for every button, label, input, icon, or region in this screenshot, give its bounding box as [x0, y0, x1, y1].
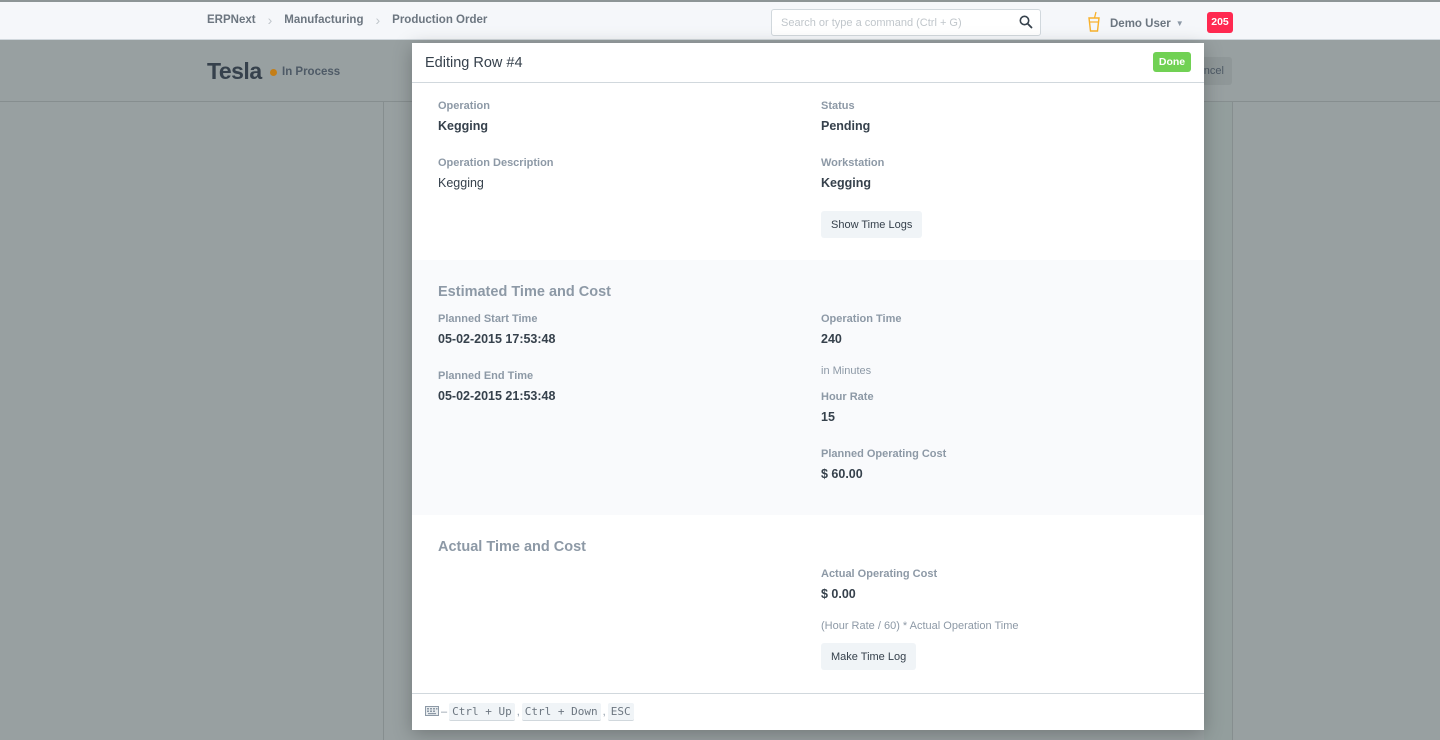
status-dot-icon [270, 68, 277, 76]
status-value[interactable]: Pending [821, 119, 870, 133]
shortcut-esc: ESC [607, 703, 634, 721]
estimated-section: Estimated Time and Cost Planned Start Ti… [412, 260, 1204, 515]
make-time-log-button[interactable]: Make Time Log [821, 643, 917, 670]
operation-field: Operation Kegging [438, 100, 490, 133]
planned-cost-label: Planned Operating Cost [821, 448, 947, 460]
layout-divider [383, 102, 384, 740]
hour-rate-field: Hour Rate 15 [821, 391, 874, 424]
workstation-field: Workstation Kegging [821, 157, 884, 190]
user-menu[interactable]: Demo User ▼ [1088, 11, 1184, 36]
operation-value[interactable]: Kegging [438, 119, 490, 133]
planned-start-value[interactable]: 05-02-2015 17:53:48 [438, 332, 555, 346]
operation-time-value[interactable]: 240 [821, 332, 901, 346]
actual-cost-help: (Hour Rate / 60) * Actual Operation Time [821, 620, 1019, 632]
edit-row-modal: Editing Row #4 Done Operation Kegging Op… [412, 43, 1204, 730]
user-name: Demo User [1110, 17, 1171, 30]
top-navbar: ERPNext › Manufacturing › Production Ord… [0, 0, 1440, 40]
show-time-logs-button[interactable]: Show Time Logs [821, 211, 923, 238]
chevron-right-icon: › [267, 12, 273, 28]
planned-end-field: Planned End Time 05-02-2015 21:53:48 [438, 370, 555, 403]
chevron-right-icon: › [375, 12, 381, 28]
search-input[interactable] [772, 10, 1012, 35]
page-title: Tesla [207, 58, 262, 84]
actual-section: Actual Time and Cost Actual Operating Co… [412, 515, 1204, 693]
details-section: Operation Kegging Operation Description … [412, 84, 1204, 260]
operation-time-help: in Minutes [821, 365, 872, 377]
planned-end-label: Planned End Time [438, 370, 534, 382]
keyboard-icon [425, 703, 439, 721]
breadcrumb-manufacturing[interactable]: Manufacturing [284, 14, 363, 26]
status-text: In Process [282, 66, 341, 78]
planned-end-value[interactable]: 05-02-2015 21:53:48 [438, 389, 555, 403]
notification-badge[interactable]: 205 [1207, 12, 1233, 33]
operation-description-field: Operation Description Kegging [438, 157, 554, 190]
separator-comma: , [516, 706, 520, 718]
shortcut-ctrl-down: Ctrl + Down [521, 703, 601, 721]
planned-start-field: Planned Start Time 05-02-2015 17:53:48 [438, 313, 555, 346]
status-label: Status [821, 100, 855, 112]
breadcrumb-erpnext[interactable]: ERPNext [207, 14, 256, 26]
caret-down-icon: ▼ [1175, 19, 1184, 28]
actual-cost-value: $ 0.00 [821, 587, 856, 601]
planned-start-label: Planned Start Time [438, 313, 538, 325]
done-button[interactable]: Done [1153, 52, 1191, 72]
workstation-value[interactable]: Kegging [821, 176, 884, 190]
actual-cost-label: Actual Operating Cost [821, 568, 938, 580]
workstation-label: Workstation [821, 157, 885, 169]
actual-cost-field: Actual Operating Cost $ 0.00 [821, 568, 937, 601]
search-box [771, 9, 1041, 36]
hour-rate-label: Hour Rate [821, 391, 874, 403]
estimated-heading: Estimated Time and Cost [438, 284, 611, 300]
planned-cost-value: $ 60.00 [821, 467, 863, 481]
modal-footer: – Ctrl + Up , Ctrl + Down , ESC [412, 693, 1204, 730]
operation-time-label: Operation Time [821, 313, 902, 325]
layout-divider [1232, 102, 1233, 740]
operation-description-value[interactable]: Kegging [438, 176, 554, 190]
breadcrumb: ERPNext › Manufacturing › Production Ord… [207, 12, 487, 28]
layout-column [1204, 102, 1232, 740]
status-field: Status Pending [821, 100, 870, 133]
status-indicator: In Process [270, 66, 340, 78]
drink-avatar-icon [1088, 11, 1100, 36]
separator-comma: , [602, 706, 606, 718]
shortcut-ctrl-up: Ctrl + Up [449, 703, 515, 721]
search-icon[interactable] [1019, 15, 1033, 34]
planned-cost-field: Planned Operating Cost $ 60.00 [821, 448, 946, 481]
modal-title: Editing Row #4 [425, 55, 523, 71]
operation-label: Operation [438, 100, 490, 112]
actual-heading: Actual Time and Cost [438, 539, 586, 555]
modal-header: Editing Row #4 Done [412, 43, 1204, 83]
operation-description-label: Operation Description [438, 157, 554, 169]
separator-dash: – [441, 706, 448, 718]
hour-rate-value[interactable]: 15 [821, 410, 874, 424]
operation-time-field: Operation Time 240 [821, 313, 901, 346]
breadcrumb-production-order[interactable]: Production Order [392, 14, 487, 26]
